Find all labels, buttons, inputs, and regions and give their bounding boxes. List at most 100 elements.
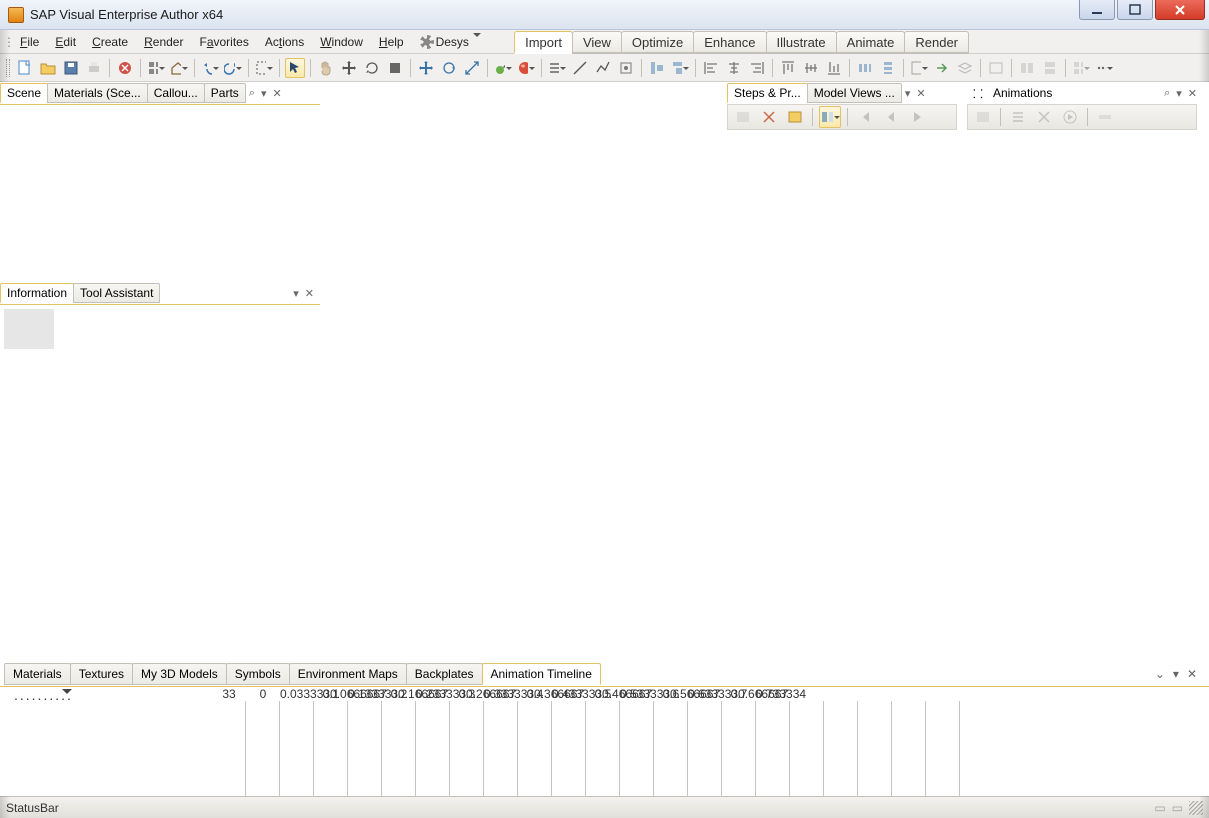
- view-c-icon[interactable]: [1040, 58, 1060, 78]
- tab-callouts[interactable]: Callou...: [147, 83, 205, 103]
- status-icon-a[interactable]: ▭: [1154, 801, 1165, 815]
- align-b-icon[interactable]: [670, 58, 690, 78]
- delete-step-icon[interactable]: [758, 106, 780, 128]
- btab-symbols[interactable]: Symbols: [226, 663, 290, 685]
- cancel-icon[interactable]: [115, 58, 135, 78]
- btab-backplates[interactable]: Backplates: [406, 663, 483, 685]
- stop-icon[interactable]: [385, 58, 405, 78]
- home-icon[interactable]: [169, 58, 189, 78]
- new-file-icon[interactable]: [15, 58, 35, 78]
- view-b-icon[interactable]: [1017, 58, 1037, 78]
- close-button[interactable]: [1155, 0, 1205, 20]
- panel-close-icon[interactable]: ✕: [272, 87, 281, 100]
- timeline-column[interactable]: [314, 701, 348, 796]
- overflow-icon[interactable]: [1094, 58, 1114, 78]
- wtab-render[interactable]: Render: [904, 31, 969, 54]
- timeline-column[interactable]: [348, 701, 382, 796]
- arrow-cursor-icon[interactable]: [285, 58, 305, 78]
- timeline-column[interactable]: [790, 701, 824, 796]
- panel-menu-icon[interactable]: ▾: [293, 287, 299, 300]
- timeline-column[interactable]: [824, 701, 858, 796]
- print-icon[interactable]: [84, 58, 104, 78]
- paint-icon[interactable]: [493, 58, 513, 78]
- binocular-icon[interactable]: ⌕: [249, 87, 255, 100]
- binocular-icon[interactable]: ⌕: [1164, 87, 1170, 100]
- collapse-icon[interactable]: ⌄: [1155, 667, 1165, 681]
- maximize-button[interactable]: [1117, 0, 1153, 20]
- tab-information[interactable]: Information: [0, 283, 74, 303]
- menu-help[interactable]: Help: [371, 30, 412, 53]
- settings-dd-icon[interactable]: [547, 58, 567, 78]
- more-a-icon[interactable]: [909, 58, 929, 78]
- btab-envmaps[interactable]: Environment Maps: [289, 663, 407, 685]
- wtab-enhance[interactable]: Enhance: [693, 31, 766, 54]
- timeline-column[interactable]: [688, 701, 722, 796]
- tab-modelviews[interactable]: Model Views ...: [807, 83, 902, 103]
- timeline-column[interactable]: [892, 701, 926, 796]
- play-icon[interactable]: [906, 106, 928, 128]
- dist-v-icon[interactable]: [878, 58, 898, 78]
- status-icon-b[interactable]: ▭: [1172, 801, 1183, 815]
- sphere-icon[interactable]: [516, 58, 536, 78]
- panel-menu-icon[interactable]: ▾: [1173, 667, 1179, 681]
- rotate-obj-icon[interactable]: [439, 58, 459, 78]
- btab-textures[interactable]: Textures: [70, 663, 133, 685]
- chevron-down-icon[interactable]: [62, 689, 72, 699]
- timeline-column[interactable]: [280, 701, 314, 796]
- timeline-column[interactable]: [246, 701, 280, 796]
- panel-close-icon[interactable]: ✕: [305, 287, 314, 300]
- timeline-column[interactable]: [552, 701, 586, 796]
- polyline-icon[interactable]: [593, 58, 613, 78]
- anim-new-icon[interactable]: [972, 106, 994, 128]
- timeline-column[interactable]: [620, 701, 654, 796]
- panel-close-icon[interactable]: ✕: [1187, 667, 1197, 681]
- panel-menu-icon[interactable]: ▾: [905, 87, 911, 100]
- menu-window[interactable]: Window: [312, 30, 371, 53]
- panel-close-icon[interactable]: ✕: [1188, 87, 1197, 100]
- wtab-import[interactable]: Import: [514, 31, 573, 54]
- props-icon[interactable]: [784, 106, 806, 128]
- timeline-column[interactable]: [926, 701, 960, 796]
- grid-icon[interactable]: [146, 58, 166, 78]
- align-bottom-icon[interactable]: [824, 58, 844, 78]
- timeline-column[interactable]: [518, 701, 552, 796]
- redo-icon[interactable]: [223, 58, 243, 78]
- layout-icon[interactable]: [819, 106, 841, 128]
- anim-track-icon[interactable]: [1094, 106, 1116, 128]
- anim-play-icon[interactable]: [1059, 106, 1081, 128]
- anim-grip-icon[interactable]: ⸬: [967, 82, 989, 105]
- layers-icon[interactable]: [955, 58, 975, 78]
- menu-create[interactable]: Create: [84, 30, 136, 53]
- btab-materials[interactable]: Materials: [4, 663, 71, 685]
- timeline[interactable]: .......... 3300.0333330.06666670.10.1333…: [0, 686, 1209, 796]
- wtab-illustrate[interactable]: Illustrate: [766, 31, 837, 54]
- tab-steps[interactable]: Steps & Pr...: [727, 83, 808, 103]
- align-mid-icon[interactable]: [801, 58, 821, 78]
- export-icon[interactable]: [932, 58, 952, 78]
- toggle-snap-icon[interactable]: [616, 58, 636, 78]
- align-top-icon[interactable]: [778, 58, 798, 78]
- first-icon[interactable]: [854, 106, 876, 128]
- menu-favorites[interactable]: Favorites: [191, 30, 256, 53]
- timeline-column[interactable]: [450, 701, 484, 796]
- tab-materials[interactable]: Materials (Sce...: [47, 83, 148, 103]
- timeline-column[interactable]: [858, 701, 892, 796]
- select-box-icon[interactable]: [254, 58, 274, 78]
- view-a-icon[interactable]: [986, 58, 1006, 78]
- wtab-view[interactable]: View: [572, 31, 622, 54]
- timeline-column[interactable]: [212, 701, 246, 796]
- line-icon[interactable]: [570, 58, 590, 78]
- align-center-icon[interactable]: [724, 58, 744, 78]
- save-icon[interactable]: [61, 58, 81, 78]
- tab-scene[interactable]: Scene: [0, 83, 48, 103]
- anim-del-icon[interactable]: [1033, 106, 1055, 128]
- menu-render[interactable]: Render: [136, 30, 191, 53]
- minimize-button[interactable]: [1079, 0, 1115, 20]
- wtab-animate[interactable]: Animate: [836, 31, 906, 54]
- prev-icon[interactable]: [880, 106, 902, 128]
- timeline-column[interactable]: [654, 701, 688, 796]
- tab-parts[interactable]: Parts: [204, 83, 246, 103]
- align-a-icon[interactable]: [647, 58, 667, 78]
- timeline-column[interactable]: [416, 701, 450, 796]
- rotate-icon[interactable]: [362, 58, 382, 78]
